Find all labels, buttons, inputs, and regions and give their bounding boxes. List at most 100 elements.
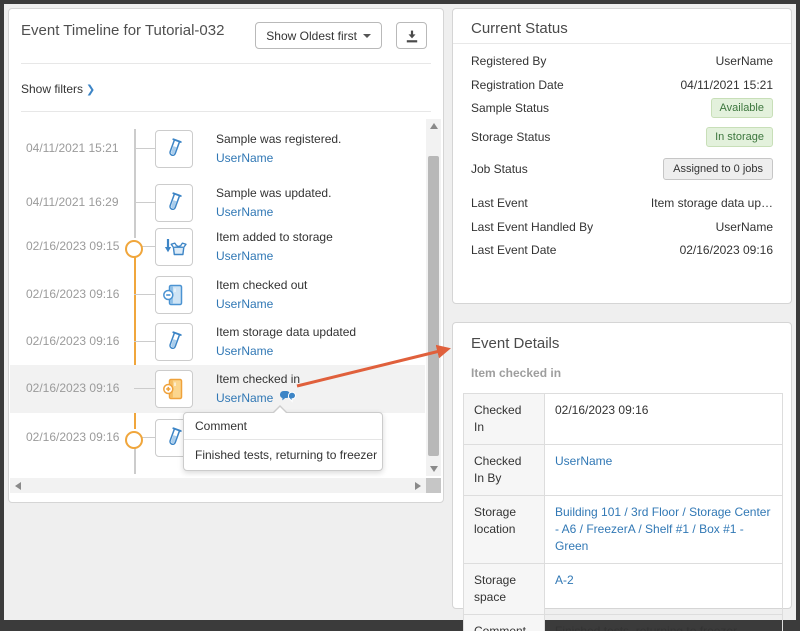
status-row: Registration Date 04/11/2021 15:21 [471, 78, 773, 92]
event-title: Item storage data updated [216, 323, 356, 342]
scroll-up-arrow-icon[interactable] [430, 123, 438, 129]
status-label: Job Status [471, 162, 528, 176]
job-status-badge[interactable]: Assigned to 0 jobs [663, 158, 773, 180]
detail-label: Comment [464, 615, 545, 631]
scrollbar-corner [426, 478, 441, 493]
download-icon [404, 28, 420, 44]
event-date: 02/16/2023 09:16 [26, 430, 119, 444]
timeline-connector [134, 294, 156, 295]
timeline-connector [134, 341, 156, 342]
timeline-title: Event Timeline for Tutorial-032 [21, 22, 224, 39]
event-user-link[interactable]: UserName [216, 391, 273, 405]
sort-order-label: Show Oldest first [266, 29, 357, 43]
status-badge: Available [711, 98, 773, 118]
vertical-scrollbar-thumb[interactable] [428, 156, 439, 456]
divider [21, 63, 431, 64]
event-icon-box [155, 323, 193, 361]
timeline-scroll-area: 04/11/2021 15:21 Sample was registered. … [10, 112, 425, 478]
download-button[interactable] [396, 22, 427, 49]
event-title: Item added to storage [216, 228, 333, 247]
event-date: 04/11/2021 16:29 [26, 195, 119, 209]
chevron-down-icon [363, 34, 371, 38]
show-filters-link[interactable]: Show filters❯ [21, 82, 95, 96]
status-row: Sample Status Available [471, 98, 773, 118]
event-details-table: Checked In 02/16/2023 09:16 Checked In B… [463, 393, 783, 631]
timeline-event-row[interactable]: 02/16/2023 09:16 Item storage data updat… [10, 318, 425, 366]
status-row: Last Event Handled By UserName [471, 220, 773, 234]
table-row: Checked In 02/16/2023 09:16 [464, 394, 783, 445]
table-row: Checked In By UserName [464, 445, 783, 496]
event-details-subtitle: Item checked in [471, 366, 773, 380]
table-row: Comment Finished tests, returning to fre… [464, 615, 783, 631]
event-icon-box [155, 228, 193, 266]
timeline-connector [134, 148, 156, 149]
scroll-left-arrow-icon[interactable] [15, 482, 21, 490]
status-row: Registered By UserName [471, 54, 773, 68]
event-date: 04/11/2021 15:21 [26, 141, 119, 155]
detail-label: Checked In [464, 394, 545, 445]
status-value-link[interactable]: UserName [716, 54, 773, 68]
status-row: Last Event Date 02/16/2023 09:16 [471, 243, 773, 257]
current-status-panel: Current Status Registered By UserName Re… [452, 8, 792, 304]
detail-label: Storage space [464, 564, 545, 615]
test-tube-icon [161, 136, 187, 162]
comment-bubble-icon[interactable] [279, 390, 296, 404]
test-tube-icon [161, 329, 187, 355]
detail-value: 02/16/2023 09:16 [545, 394, 783, 445]
event-icon-box [155, 184, 193, 222]
event-timeline-panel: Event Timeline for Tutorial-032 Show Old… [8, 8, 444, 503]
status-row: Job Status Assigned to 0 jobs [471, 158, 773, 180]
event-details-panel: Event Details Item checked in Checked In… [452, 322, 792, 609]
scroll-right-arrow-icon[interactable] [415, 482, 421, 490]
event-icon-box [155, 130, 193, 168]
event-icon-box [155, 276, 193, 314]
event-user-link[interactable]: UserName [216, 297, 273, 311]
comment-popup-header: Comment [184, 413, 382, 440]
vertical-scrollbar[interactable] [426, 119, 441, 476]
status-label: Registration Date [471, 78, 564, 92]
timeline-event-row[interactable]: 04/11/2021 15:21 Sample was registered. … [10, 125, 425, 173]
status-value: Item storage data up… [651, 196, 773, 210]
table-row: Storage location Building 101 / 3rd Floo… [464, 496, 783, 564]
event-user-link[interactable]: UserName [216, 205, 273, 219]
table-row: Storage space A-2 [464, 564, 783, 615]
event-user-link[interactable]: UserName [216, 344, 273, 358]
event-user-link[interactable]: UserName [216, 151, 273, 165]
detail-value-link[interactable]: UserName [555, 454, 612, 468]
popup-caret [272, 405, 288, 413]
app-window: Event Timeline for Tutorial-032 Show Old… [0, 0, 800, 631]
horizontal-scrollbar[interactable] [10, 478, 426, 493]
event-date: 02/16/2023 09:16 [26, 287, 119, 301]
freezer-check-in-icon [161, 376, 187, 402]
event-date: 02/16/2023 09:15 [26, 239, 119, 253]
status-badge: In storage [706, 127, 773, 147]
sort-order-button[interactable]: Show Oldest first [255, 22, 382, 49]
event-date: 02/16/2023 09:16 [26, 334, 119, 348]
event-title: Sample was registered. [216, 130, 341, 149]
storage-space-link[interactable]: A-2 [555, 573, 574, 587]
test-tube-icon [161, 190, 187, 216]
timeline-event-row[interactable]: 02/16/2023 09:16 Item checked out UserNa… [10, 271, 425, 319]
scroll-down-arrow-icon[interactable] [430, 466, 438, 472]
show-filters-label: Show filters [21, 82, 83, 96]
timeline-node-circle [125, 240, 143, 258]
page-background: Event Timeline for Tutorial-032 Show Old… [4, 4, 796, 620]
freezer-check-out-icon [161, 282, 187, 308]
status-label: Registered By [471, 54, 546, 68]
timeline-connector [134, 388, 156, 389]
storage-location-link[interactable]: Building 101 / 3rd Floor / Storage Cente… [555, 505, 770, 553]
timeline-event-row[interactable]: 04/11/2021 16:29 Sample was updated. Use… [10, 179, 425, 227]
status-value: 04/11/2021 15:21 [680, 78, 773, 92]
timeline-event-row-selected[interactable]: 02/16/2023 09:16 Item checked in UserNam… [10, 365, 425, 413]
timeline-event-row[interactable]: 02/16/2023 09:15 Item added to storage U… [10, 223, 425, 271]
detail-label: Checked In By [464, 445, 545, 496]
event-icon-box [155, 370, 193, 408]
status-value-link[interactable]: UserName [716, 220, 773, 234]
current-status-title: Current Status [453, 9, 791, 44]
event-title: Sample was updated. [216, 184, 331, 203]
timeline-node-circle [125, 431, 143, 449]
status-label: Sample Status [471, 101, 549, 115]
event-title: Item checked out [216, 276, 307, 295]
event-user-link[interactable]: UserName [216, 249, 273, 263]
comment-popup-body: Finished tests, returning to freezer [184, 440, 382, 470]
